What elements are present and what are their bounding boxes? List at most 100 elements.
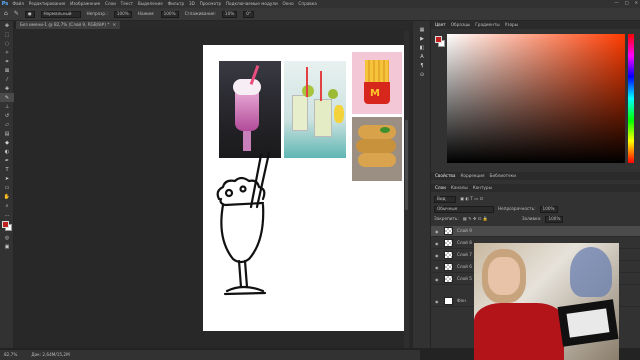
dodge-tool-icon[interactable]: ◐ <box>0 147 14 156</box>
healing-tool-icon[interactable]: ✚ <box>0 84 14 93</box>
stamp-tool-icon[interactable]: ⊥ <box>0 102 14 111</box>
document-size: Док: 2,64М/15,2М <box>31 351 70 357</box>
flow-field[interactable]: 100% <box>160 10 179 18</box>
minimize-icon[interactable]: — <box>614 0 618 5</box>
smoothing-label: Сглаживание: <box>184 10 216 16</box>
brush-tool-icon[interactable]: ✎ <box>14 11 19 17</box>
path-select-tool-icon[interactable]: ➤ <box>0 174 14 183</box>
shape-tool-icon[interactable]: ▭ <box>0 183 14 192</box>
menu-text[interactable]: Текст <box>118 1 135 6</box>
panel-foreground-swatch[interactable] <box>435 36 442 43</box>
visibility-eye-icon[interactable]: ◉ <box>435 277 440 282</box>
paragraph-panel-icon[interactable]: ¶ <box>413 61 431 70</box>
menu-select[interactable]: Выделение <box>135 1 165 6</box>
pen-tool-icon[interactable]: ✒ <box>0 156 14 165</box>
fill-field[interactable]: 100% <box>545 216 564 223</box>
tab-channels[interactable]: Каналы <box>451 185 468 190</box>
tab-layers[interactable]: Слои <box>435 185 446 190</box>
maximize-icon[interactable]: □ <box>625 0 629 5</box>
brush-size-picker[interactable]: ● <box>24 10 35 18</box>
marquee-tool-icon[interactable]: ⬚ <box>0 30 14 39</box>
lock-icons[interactable]: ▦ ✎ ✥ ⊡ 🔒 <box>463 217 488 221</box>
lock-label: Закрепить: <box>434 216 459 222</box>
layer-name[interactable]: Слой 9 <box>457 228 472 233</box>
brush-tool-icon-side[interactable]: ✎ <box>0 93 14 102</box>
tab-gradients[interactable]: Градиенты <box>475 22 499 27</box>
scrollbar-thumb[interactable] <box>405 120 408 210</box>
screen-mode-icon[interactable]: ▣ <box>0 242 14 251</box>
tab-properties[interactable]: Свойства <box>435 173 455 178</box>
visibility-eye-icon[interactable]: ◉ <box>435 229 440 234</box>
glyph-panel-icon[interactable]: ⊙ <box>413 70 431 79</box>
more-tools-icon[interactable]: … <box>0 210 14 219</box>
character-panel-icon[interactable]: A <box>413 52 431 61</box>
foreground-color-swatch[interactable] <box>2 221 9 228</box>
adjust-panel-icon[interactable]: ◧ <box>413 43 431 52</box>
eraser-tool-icon[interactable]: ▱ <box>0 120 14 129</box>
layer-kind-filter[interactable]: Вид <box>434 196 456 203</box>
document-tab[interactable]: Без имени-1 @ 82,7% (Слой 9, RGB/8#) * ✕ <box>16 21 120 29</box>
layer-opacity-field[interactable]: 100% <box>539 206 558 213</box>
blur-tool-icon[interactable]: ◆ <box>0 138 14 147</box>
menu-view[interactable]: Просмотр <box>197 1 223 6</box>
home-icon[interactable]: ⌂ <box>4 11 8 17</box>
visibility-eye-icon[interactable]: ◉ <box>435 265 440 270</box>
history-brush-icon[interactable]: ↺ <box>0 111 14 120</box>
menu-image[interactable]: Изображение <box>68 1 103 6</box>
visibility-eye-icon[interactable]: ◉ <box>435 299 440 304</box>
photoshop-logo-icon: Ps <box>1 1 9 7</box>
zoom-tool-icon[interactable]: ⌕ <box>0 201 14 210</box>
move-tool-icon[interactable]: ✥ <box>0 21 14 30</box>
tab-swatches[interactable]: Образцы <box>451 22 471 27</box>
mode-select[interactable]: Нормальный <box>40 10 81 18</box>
visibility-eye-icon[interactable]: ◉ <box>435 253 440 258</box>
menu-layers[interactable]: Слои <box>103 1 119 6</box>
angle-field[interactable]: 0° <box>243 10 254 18</box>
layer-name[interactable]: Слой 6 <box>457 264 472 269</box>
tab-paths[interactable]: Контуры <box>473 185 492 190</box>
play-panel-icon[interactable]: ▶ <box>413 34 431 43</box>
quick-mask-icon[interactable]: ◎ <box>0 233 14 242</box>
tab-libraries[interactable]: Библиотеки <box>490 173 516 178</box>
zoom-level[interactable]: 82,7% <box>4 352 17 357</box>
layer-row[interactable]: ◉ Слой 9 <box>431 226 640 237</box>
layers-tabs: Слои Каналы Контуры <box>431 184 640 192</box>
quick-select-tool-icon[interactable]: ✧ <box>0 48 14 57</box>
hand-tool-icon[interactable]: ✋ <box>0 192 14 201</box>
blend-mode-select[interactable]: Обычные <box>434 206 494 213</box>
menu-edit[interactable]: Редактирование <box>26 1 67 6</box>
history-panel-icon[interactable]: ▦ <box>413 25 431 34</box>
menu-3d[interactable]: 3D <box>187 1 198 6</box>
webcam-person <box>474 243 569 360</box>
layer-name[interactable]: Слой 7 <box>457 252 472 257</box>
document-canvas[interactable]: M <box>203 45 405 331</box>
tab-color[interactable]: Цвет <box>435 22 446 27</box>
crop-tool-icon[interactable]: ⌗ <box>0 57 14 66</box>
tab-patterns[interactable]: Узоры <box>505 22 518 27</box>
color-picker-field[interactable] <box>447 34 625 163</box>
layer-thumbnail <box>444 297 453 305</box>
layer-name[interactable]: Слой 5 <box>457 276 472 281</box>
menu-help[interactable]: Справка <box>296 1 319 6</box>
opacity-field[interactable]: 100% <box>113 10 132 18</box>
menu-filter[interactable]: Фильтр <box>165 1 186 6</box>
layer-name[interactable]: Слой 8 <box>457 240 472 245</box>
lasso-tool-icon[interactable]: ◌ <box>0 39 14 48</box>
filter-icons[interactable]: ▣ ◐ T ▭ ⊡ <box>460 197 483 201</box>
eyedropper-tool-icon[interactable]: ⁄ <box>0 75 14 84</box>
hue-slider[interactable] <box>628 34 634 163</box>
type-tool-icon[interactable]: T <box>0 165 14 174</box>
menu-plugins[interactable]: Подключаемые модули <box>224 1 281 6</box>
visibility-eye-icon[interactable]: ◉ <box>435 241 440 246</box>
milkshake-photo <box>219 61 281 158</box>
tab-close-icon[interactable]: ✕ <box>112 22 116 27</box>
fill-label: Заливка: <box>521 216 542 222</box>
layer-name[interactable]: Фон <box>457 298 466 303</box>
tab-adjustments[interactable]: Коррекция <box>460 173 484 178</box>
smoothing-field[interactable]: 10% <box>221 10 238 18</box>
menu-file[interactable]: Файл <box>10 1 26 6</box>
close-icon[interactable]: ✕ <box>634 0 638 5</box>
gradient-tool-icon[interactable]: ▤ <box>0 129 14 138</box>
frame-tool-icon[interactable]: ⊠ <box>0 66 14 75</box>
menu-window[interactable]: Окно <box>280 1 296 6</box>
